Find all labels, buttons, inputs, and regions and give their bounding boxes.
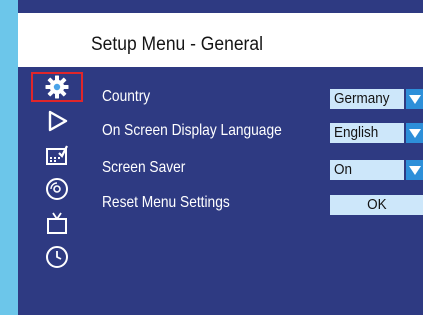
osd-language-dropdown-arrow[interactable] <box>406 123 423 143</box>
reset-ok-label: OK <box>366 196 387 213</box>
screen-saver-dropdown[interactable]: On <box>330 160 404 180</box>
tv-icon <box>47 212 67 234</box>
sidebar-item-general[interactable] <box>31 72 83 102</box>
setup-menu-window: Setup Menu - General Country Germany On … <box>18 0 423 315</box>
screen-saver-dropdown-arrow[interactable] <box>406 160 423 180</box>
sidebar-item-tv[interactable] <box>31 208 83 238</box>
reset-menu-label: Reset Menu Settings <box>102 194 230 211</box>
audio-setup-icon <box>46 145 68 165</box>
reset-ok-button[interactable]: OK <box>330 195 423 215</box>
chevron-down-icon <box>408 165 421 175</box>
osd-language-label: On Screen Display Language <box>102 122 282 139</box>
top-strip <box>18 0 423 13</box>
page-title: Setup Menu - General <box>91 34 263 55</box>
disc-icon <box>46 178 68 200</box>
gear-icon <box>45 75 69 99</box>
chevron-down-icon <box>408 94 421 104</box>
sidebar-item-clock[interactable] <box>31 242 83 272</box>
osd-language-value: English <box>334 124 379 141</box>
osd-language-dropdown[interactable]: English <box>330 123 404 143</box>
sidebar <box>18 67 98 315</box>
country-dropdown[interactable]: Germany <box>330 89 404 109</box>
screen-saver-value: On <box>334 161 353 178</box>
country-dropdown-arrow[interactable] <box>406 89 423 109</box>
sidebar-item-audio[interactable] <box>31 140 83 170</box>
settings-panel: Country Germany On Screen Display Langua… <box>98 67 423 315</box>
clock-icon <box>46 246 68 268</box>
sidebar-item-playback[interactable] <box>31 106 83 136</box>
country-value: Germany <box>334 90 390 107</box>
country-label: Country <box>102 88 151 105</box>
screen-saver-label: Screen Saver <box>102 159 186 176</box>
chevron-down-icon <box>408 128 421 138</box>
play-icon <box>48 110 68 132</box>
sidebar-item-disc[interactable] <box>31 174 83 204</box>
